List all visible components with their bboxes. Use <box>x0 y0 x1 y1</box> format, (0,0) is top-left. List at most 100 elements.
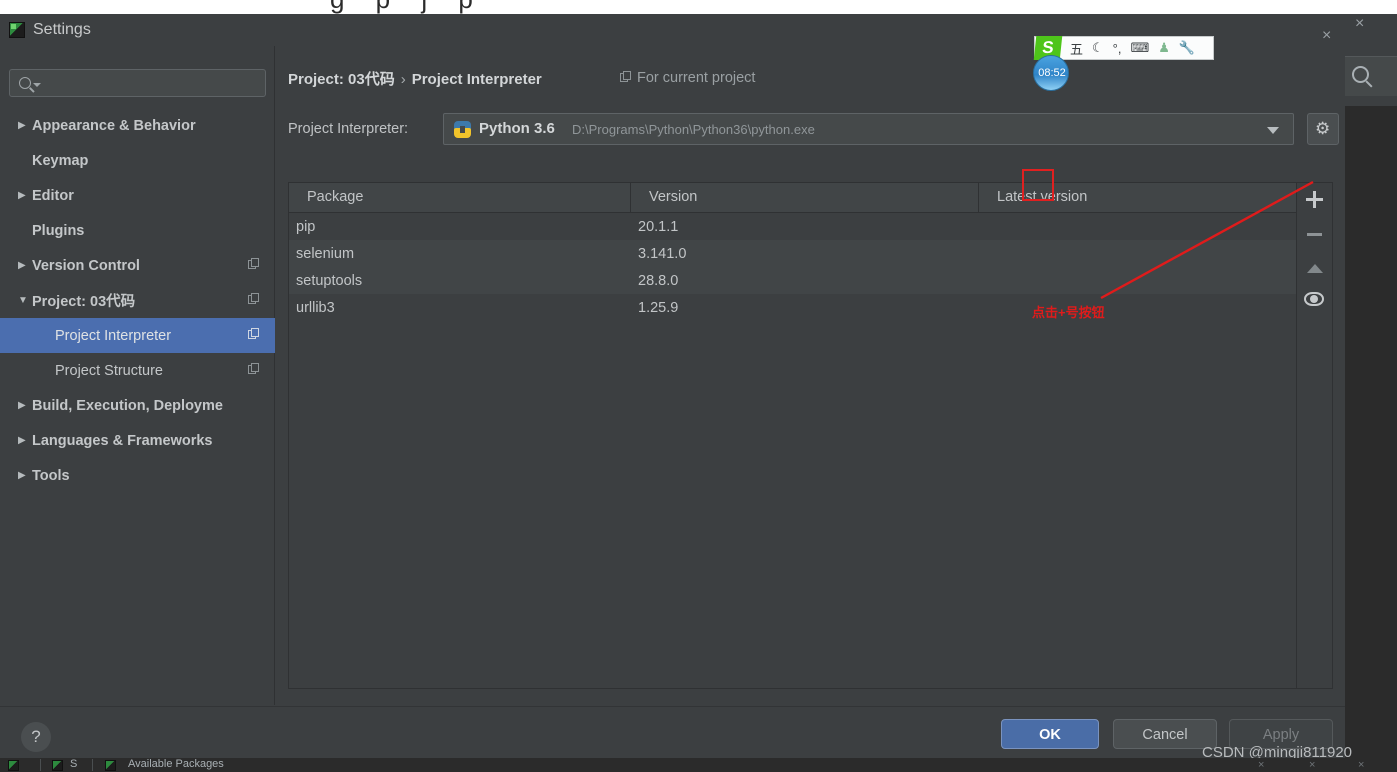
cell-version: 1.25.9 <box>638 299 679 316</box>
search-input[interactable] <box>44 74 259 94</box>
ime-toolbar[interactable]: S 五 ☾ °, ⌨ ♟ 🔧 <box>1033 36 1214 60</box>
interpreter-path: D:\Programs\Python\Python36\python.exe <box>572 122 815 137</box>
upgrade-package-button[interactable] <box>1297 251 1331 285</box>
copy-settings-icon[interactable] <box>248 258 259 270</box>
chevron-down-icon[interactable] <box>1267 127 1279 134</box>
close-icon[interactable]: × <box>1309 759 1315 771</box>
scope-indicator: For current project <box>620 70 755 86</box>
close-icon[interactable]: × <box>1322 28 1331 44</box>
sidebar-item-languages-and-frameworks[interactable]: ▶ Languages & Frameworks <box>0 423 275 458</box>
sidebar-item-label: Appearance & Behavior <box>32 117 196 134</box>
sidebar-item-project-interpreter[interactable]: Project Interpreter <box>0 318 275 353</box>
background-window <box>1345 14 1397 772</box>
interpreter-dropdown[interactable]: Python 3.6 D:\Programs\Python\Python36\p… <box>443 113 1294 145</box>
sidebar-item-build-execution-deployment[interactable]: ▶ Build, Execution, Deployme <box>0 388 275 423</box>
cell-version: 28.8.0 <box>638 272 679 289</box>
cell-package: urllib3 <box>296 299 335 316</box>
sidebar-item-keymap[interactable]: Keymap <box>0 143 275 178</box>
pycharm-icon[interactable] <box>52 760 63 771</box>
gear-icon: ⚙ <box>1315 119 1331 138</box>
pycharm-icon[interactable] <box>105 760 116 771</box>
pycharm-icon[interactable] <box>8 760 19 771</box>
sidebar-search-box[interactable] <box>9 69 266 97</box>
sidebar-item-label: Version Control <box>32 257 140 274</box>
clock-widget[interactable]: 08:52 <box>1033 55 1069 91</box>
python-icon <box>454 121 471 138</box>
taskbar: S Available Packages × × × <box>0 758 1397 772</box>
minus-icon <box>1307 233 1322 236</box>
chevron-right-icon[interactable]: ▶ <box>18 190 32 201</box>
copy-settings-icon <box>620 71 631 83</box>
sidebar-item-project-structure[interactable]: Project Structure <box>0 353 275 388</box>
sidebar-item-label: Project: 03代码 <box>32 294 136 310</box>
settings-sidebar: ▶ Appearance & Behavior Keymap ▶ Editor … <box>0 46 275 705</box>
copy-settings-icon[interactable] <box>248 293 259 305</box>
packages-toolbar <box>1297 182 1333 689</box>
sidebar-item-appearance-and-behavior[interactable]: ▶ Appearance & Behavior <box>0 108 275 143</box>
help-button[interactable]: ? <box>21 722 51 752</box>
copy-settings-icon[interactable] <box>248 363 259 375</box>
sidebar-item-label: Plugins <box>32 222 85 239</box>
table-row[interactable]: pip 20.1.1 <box>289 213 1296 240</box>
cell-package: pip <box>296 218 316 235</box>
taskbar-item-label: Available Packages <box>128 758 224 770</box>
sidebar-item-plugins[interactable]: Plugins <box>0 213 275 248</box>
sidebar-item-label: Languages & Frameworks <box>32 432 213 449</box>
chevron-right-icon[interactable]: ▶ <box>18 400 32 411</box>
background-page-text: g p j p <box>330 0 485 14</box>
chevron-down-icon[interactable] <box>33 83 41 87</box>
ime-tools-icon[interactable]: 🔧 <box>1179 40 1195 56</box>
interpreter-settings-button[interactable]: ⚙ <box>1307 113 1339 145</box>
ime-keyboard-icon[interactable]: ⌨ <box>1130 40 1149 56</box>
taskbar-item-label: S <box>70 758 78 770</box>
copy-settings-icon[interactable] <box>248 328 259 340</box>
column-header-version[interactable]: Version <box>631 183 979 212</box>
sidebar-item-version-control[interactable]: ▶ Version Control <box>0 248 275 283</box>
sidebar-item-label: Build, Execution, Deployme <box>32 397 223 414</box>
table-row[interactable]: urllib3 1.25.9 <box>289 294 1296 321</box>
screenshot-root: g p j p × Settings × ▶ Appearance & <box>0 0 1397 772</box>
table-row[interactable]: selenium 3.141.0 <box>289 240 1296 267</box>
sidebar-item-editor[interactable]: ▶ Editor <box>0 178 275 213</box>
annotation-text: 点击+号按钮 <box>1032 305 1105 320</box>
add-package-button[interactable] <box>1297 183 1331 217</box>
background-editor-area <box>1345 106 1397 772</box>
interpreter-label: Project Interpreter: <box>288 121 409 137</box>
table-row[interactable]: setuptools 28.8.0 <box>289 267 1296 294</box>
cell-version: 3.141.0 <box>638 245 687 262</box>
interpreter-row: Project Interpreter: Python 3.6 D:\Progr… <box>288 113 1339 147</box>
column-header-package[interactable]: Package <box>289 183 631 212</box>
settings-dialog: Settings × ▶ Appearance & Behavior Keyma… <box>0 14 1345 758</box>
chevron-right-icon[interactable]: ▶ <box>18 260 32 271</box>
arrow-up-icon <box>1307 264 1323 273</box>
chevron-right-icon[interactable]: ▶ <box>18 120 32 131</box>
pycharm-icon <box>9 22 25 38</box>
ime-user-icon[interactable]: ♟ <box>1158 40 1170 56</box>
sidebar-item-tools[interactable]: ▶ Tools <box>0 458 275 493</box>
sidebar-item-label: Tools <box>32 467 70 484</box>
sidebar-item-project[interactable]: ▼ Project: 03代码 <box>0 283 275 318</box>
packages-table: Package Version Latest version pip 20.1.… <box>288 182 1297 689</box>
ime-punctuation-icon[interactable]: °, <box>1113 41 1122 56</box>
chevron-right-icon[interactable]: ▶ <box>18 470 32 481</box>
close-icon[interactable]: × <box>1358 759 1364 771</box>
breadcrumb: Project: 03代码 › Project Interpreter <box>288 68 542 89</box>
close-icon[interactable]: × <box>1258 759 1264 771</box>
plus-icon <box>1306 191 1323 208</box>
ime-mode-icon[interactable]: 五 <box>1070 39 1083 58</box>
breadcrumb-separator: › <box>400 71 406 88</box>
chevron-down-icon[interactable]: ▼ <box>18 295 32 306</box>
remove-package-button[interactable] <box>1297 217 1331 251</box>
sidebar-item-label: Keymap <box>32 152 89 169</box>
show-early-releases-button[interactable] <box>1297 285 1331 319</box>
cell-package: setuptools <box>296 272 363 289</box>
settings-content-pane: Project: 03代码 › Project Interpreter For cu… <box>276 46 1345 705</box>
sidebar-item-label: Editor <box>32 187 74 204</box>
chevron-right-icon[interactable]: ▶ <box>18 435 32 446</box>
ok-button[interactable]: OK <box>1001 719 1099 749</box>
cell-version: 20.1.1 <box>638 218 679 235</box>
ime-moon-icon[interactable]: ☾ <box>1092 40 1104 56</box>
breadcrumb-parent[interactable]: Project: 03代码 <box>288 71 395 88</box>
settings-nav-list: ▶ Appearance & Behavior Keymap ▶ Editor … <box>0 108 275 493</box>
background-window-close-icon[interactable]: × <box>1355 16 1364 32</box>
